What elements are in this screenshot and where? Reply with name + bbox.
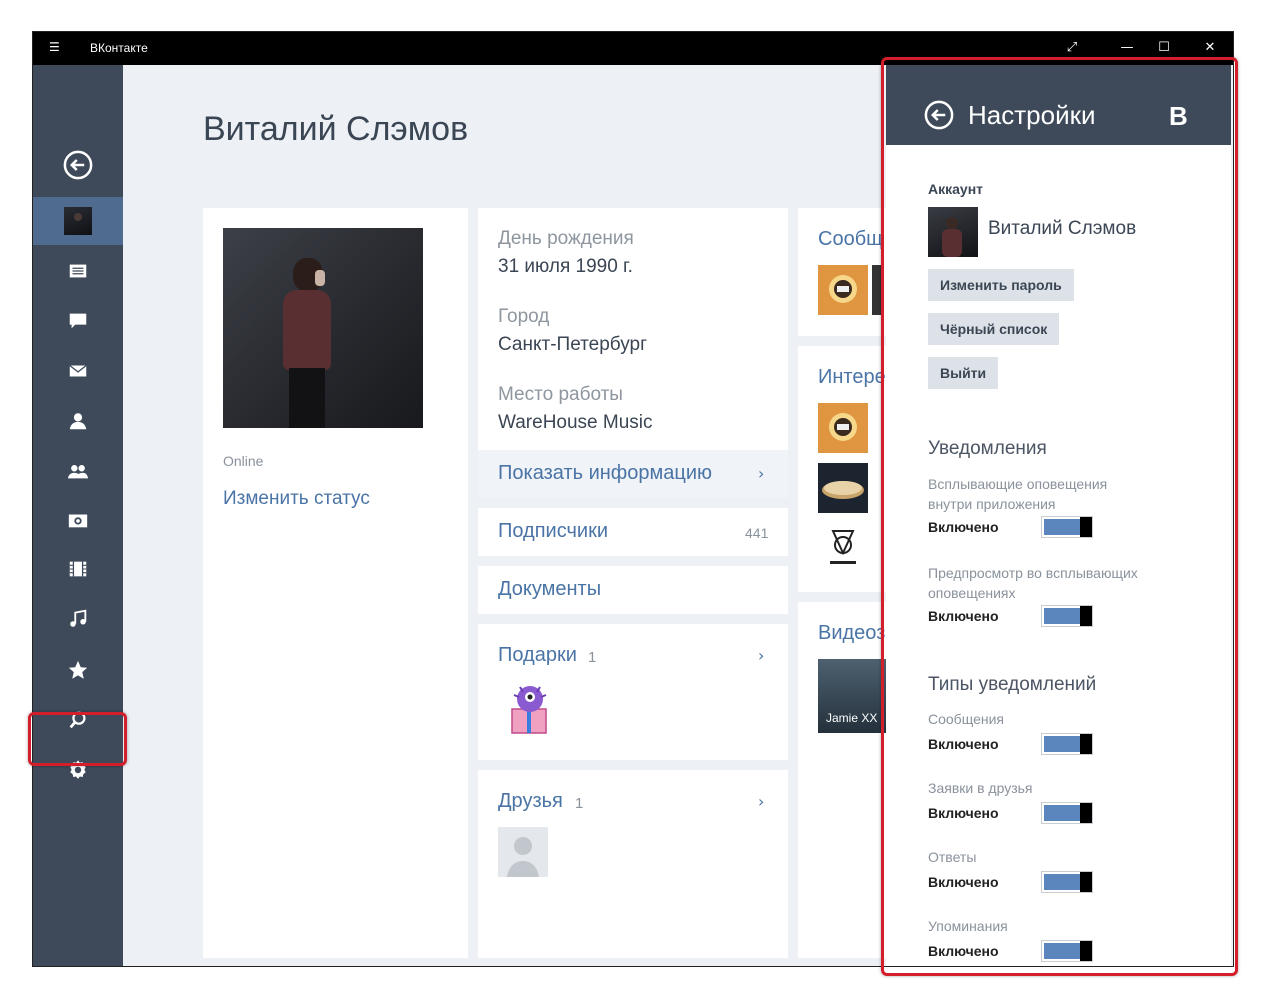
messages-toggle[interactable] — [1041, 733, 1093, 755]
friends-count: 1 — [575, 795, 584, 812]
back-icon[interactable] — [924, 100, 954, 130]
maximize-button[interactable]: ☐ — [1154, 38, 1174, 58]
interest-thumb-3[interactable] — [818, 523, 868, 573]
interest-thumb-2[interactable] — [818, 463, 868, 513]
title-bar: ☰ ВКонтакте ⤢ — ☐ ✕ — [33, 32, 1233, 65]
page-title: Виталий Слэмов — [203, 110, 469, 148]
preview-state: Включено — [928, 608, 999, 624]
settings-header: Настройки B — [886, 65, 1231, 145]
photos-icon[interactable] — [33, 496, 123, 544]
communities-label[interactable]: Сообщ — [818, 228, 883, 251]
sidebar-item-profile[interactable] — [33, 197, 123, 245]
chevron-right-icon: › — [758, 646, 765, 665]
window-title: ВКонтакте — [90, 41, 148, 55]
followers-count: 441 — [745, 525, 769, 541]
news-icon[interactable] — [33, 247, 123, 295]
city-label: Город — [498, 306, 550, 327]
chevron-right-icon: › — [758, 464, 765, 483]
vk-logo-icon: B — [1169, 101, 1188, 131]
profile-avatar — [64, 207, 92, 235]
account-name: Виталий Слэмов — [988, 218, 1137, 239]
change-status-link[interactable]: Изменить статус — [223, 488, 370, 510]
user-icon[interactable] — [33, 397, 123, 445]
close-button[interactable]: ✕ — [1200, 38, 1220, 58]
favorites-icon[interactable] — [33, 646, 123, 694]
community-thumb[interactable] — [818, 265, 868, 315]
documents-label[interactable]: Документы — [498, 578, 601, 601]
friends-label[interactable]: Друзья — [498, 790, 563, 813]
followers-label[interactable]: Подписчики — [498, 520, 608, 543]
interest-thumb-1[interactable] — [818, 403, 868, 453]
documents-row[interactable]: Документы — [478, 566, 788, 614]
show-info-link[interactable]: Показать информацию — [498, 462, 712, 485]
video-caption: Jamie XX - — [826, 711, 885, 725]
video-icon[interactable] — [33, 545, 123, 593]
friend-requests-state: Включено — [928, 805, 999, 821]
chevron-right-icon: › — [758, 792, 765, 811]
popup-label: Всплывающие оповещения внутри приложения — [928, 476, 1108, 512]
groups-icon[interactable] — [33, 447, 123, 495]
blacklist-button[interactable]: Чёрный список — [928, 313, 1060, 345]
friend-requests-toggle[interactable] — [1041, 802, 1093, 824]
comments-icon[interactable] — [33, 297, 123, 345]
types-heading: Типы уведомлений — [928, 674, 1097, 695]
minimize-button[interactable]: — — [1117, 38, 1137, 58]
gifts-card[interactable]: Подарки 1 › — [478, 624, 788, 760]
videos-label[interactable]: Видеоз — [818, 622, 885, 645]
gifts-label[interactable]: Подарки — [498, 644, 577, 667]
videos-card: Видеоз Jamie XX - — [798, 602, 898, 958]
city-value: Санкт-Петербург — [498, 334, 648, 355]
back-icon[interactable] — [33, 141, 123, 189]
mentions-toggle[interactable] — [1041, 940, 1093, 962]
messages-icon[interactable] — [33, 347, 123, 395]
change-password-button[interactable]: Изменить пароль — [928, 269, 1074, 301]
replies-label: Ответы — [928, 849, 977, 865]
profile-card: Online Изменить статус — [203, 208, 468, 958]
music-icon[interactable] — [33, 595, 123, 643]
friend-avatar[interactable] — [498, 827, 548, 877]
replies-state: Включено — [928, 874, 999, 890]
preview-label: Предпросмотр во всплывающих оповещениях — [928, 565, 1138, 601]
notifications-heading: Уведомления — [928, 438, 1047, 459]
settings-icon[interactable] — [33, 746, 123, 794]
work-label: Место работы — [498, 384, 623, 405]
mentions-state: Включено — [928, 943, 999, 959]
fullscreen-icon[interactable]: ⤢ — [1062, 38, 1082, 58]
popup-toggle[interactable] — [1041, 516, 1093, 538]
hamburger-menu-icon[interactable]: ☰ — [49, 41, 63, 53]
interests-label[interactable]: Интере — [818, 366, 886, 389]
settings-title: Настройки — [968, 100, 1096, 130]
sidebar — [33, 65, 123, 966]
online-status: Online — [223, 453, 264, 469]
replies-toggle[interactable] — [1041, 871, 1093, 893]
community-thumb-2[interactable] — [872, 265, 882, 315]
search-icon[interactable] — [33, 696, 123, 744]
followers-row[interactable]: Подписчики 441 — [478, 508, 788, 556]
birthday-label: День рождения — [498, 228, 634, 249]
gifts-count: 1 — [588, 649, 597, 666]
popup-state: Включено — [928, 519, 999, 535]
settings-panel: Настройки B Аккаунт Виталий Слэмов Измен… — [886, 65, 1231, 966]
profile-photo[interactable] — [223, 228, 423, 428]
friend-requests-label: Заявки в друзья — [928, 780, 1033, 796]
gift-image[interactable] — [500, 679, 560, 739]
birthday-value: 31 июля 1990 г. — [498, 256, 633, 277]
messages-state: Включено — [928, 736, 999, 752]
messages-label: Сообщения — [928, 711, 1004, 727]
work-value: WareHouse Music — [498, 412, 653, 433]
preview-toggle[interactable] — [1041, 605, 1093, 627]
interests-card: Интере — [798, 346, 898, 592]
account-avatar — [928, 207, 978, 257]
friends-card[interactable]: Друзья 1 › — [478, 770, 788, 958]
info-card: День рождения 31 июля 1990 г. Город Санк… — [478, 208, 788, 498]
mentions-label: Упоминания — [928, 918, 1008, 934]
account-heading: Аккаунт — [928, 181, 984, 197]
show-info-row[interactable]: Показать информацию › — [478, 450, 788, 498]
logout-button[interactable]: Выйти — [928, 357, 999, 389]
communities-card: Сообщ — [798, 208, 898, 336]
